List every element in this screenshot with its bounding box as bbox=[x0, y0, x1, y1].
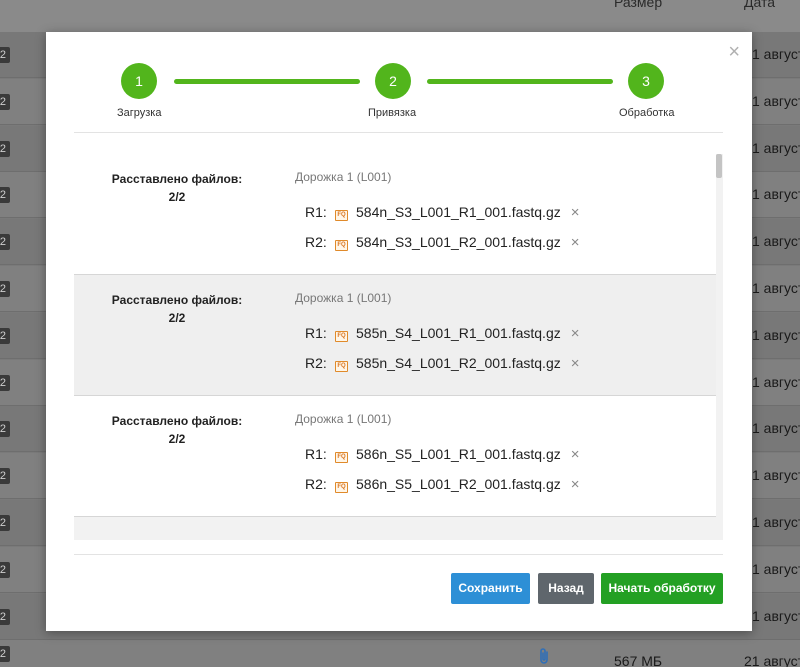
lane-label: Дорожка 1 (L001) bbox=[295, 291, 392, 305]
count-badge: 2 bbox=[0, 93, 10, 110]
count-badge: 2 bbox=[0, 234, 10, 251]
read-label: R1: bbox=[305, 204, 327, 220]
file-row: R1: FQ 584n_S3_L001_R1_001.fastq.gz × bbox=[305, 204, 580, 221]
file-name: 584n_S3_L001_R2_001.fastq.gz bbox=[356, 234, 561, 250]
file-size: 567 МБ bbox=[614, 653, 663, 667]
read-label: R2: bbox=[305, 234, 327, 250]
read-label: R1: bbox=[305, 446, 327, 462]
read-label: R2: bbox=[305, 476, 327, 492]
file-name: 586n_S5_L001_R1_001.fastq.gz bbox=[356, 446, 561, 462]
file-name: 585n_S4_L001_R2_001.fastq.gz bbox=[356, 355, 561, 371]
fastq-file-icon: FQ bbox=[335, 361, 348, 372]
row-date: 1 август bbox=[752, 326, 800, 343]
scrollbar[interactable] bbox=[716, 154, 722, 540]
remove-file-icon[interactable]: × bbox=[571, 476, 580, 493]
sample-list[interactable]: Расставлено файлов: 2/2 Дорожка 1 (L001)… bbox=[74, 154, 723, 540]
count-badge: 2 bbox=[0, 421, 10, 438]
step-connector bbox=[174, 79, 360, 84]
count-badge: 2 bbox=[0, 140, 10, 157]
placed-files-count: 2/2 bbox=[168, 311, 186, 325]
count-badge: 2 bbox=[0, 468, 10, 485]
count-badge: 2 bbox=[0, 47, 10, 63]
count-badge: 2 bbox=[0, 646, 10, 662]
processing-dialog: × 1 2 3 Загрузка Привязка Обработка Расс… bbox=[46, 32, 752, 631]
row-date: 1 август bbox=[752, 186, 800, 203]
count-badge: 2 bbox=[0, 327, 10, 344]
row-date: 1 август bbox=[752, 514, 800, 530]
row-date: 1 август bbox=[752, 46, 800, 62]
step-2-label: Привязка bbox=[368, 107, 417, 119]
placed-files-count: 2/2 bbox=[168, 190, 186, 204]
table-row[interactable]: 2 567 МБ 21 август bbox=[0, 640, 800, 667]
step-3-indicator[interactable]: 3 bbox=[628, 63, 664, 99]
lane-label: Дорожка 1 (L001) bbox=[295, 412, 392, 426]
sample-block: Расставлено файлов: 2/2 Дорожка 1 (L001)… bbox=[74, 154, 717, 275]
count-badge: 2 bbox=[0, 281, 10, 297]
count-badge: 2 bbox=[0, 187, 10, 204]
file-row: R2: FQ 585n_S4_L001_R2_001.fastq.gz × bbox=[305, 355, 580, 372]
remove-file-icon[interactable]: × bbox=[571, 325, 580, 342]
lane-label: Дорожка 1 (L001) bbox=[295, 170, 392, 184]
read-label: R2: bbox=[305, 355, 327, 371]
divider bbox=[74, 132, 723, 133]
row-date: 1 август bbox=[752, 373, 800, 390]
table-header: Размер Дата bbox=[0, 0, 800, 32]
step-1-label: Загрузка bbox=[117, 107, 162, 119]
step-connector bbox=[427, 79, 613, 84]
fastq-file-icon: FQ bbox=[335, 240, 348, 251]
row-date: 21 август bbox=[744, 653, 800, 667]
count-badge: 2 bbox=[0, 561, 10, 578]
row-date: 1 август bbox=[752, 92, 800, 109]
remove-file-icon[interactable]: × bbox=[571, 204, 580, 221]
paperclip-icon[interactable] bbox=[538, 647, 550, 667]
sample-block: Расставлено файлов: 2/2 Дорожка 1 (L001)… bbox=[74, 275, 717, 396]
fastq-file-icon: FQ bbox=[335, 452, 348, 463]
row-date: 1 август bbox=[752, 233, 800, 250]
remove-file-icon[interactable]: × bbox=[571, 355, 580, 372]
placed-files-label: Расставлено файлов: bbox=[111, 172, 243, 186]
row-date: 1 август bbox=[752, 560, 800, 577]
row-date: 1 август bbox=[752, 139, 800, 156]
divider bbox=[74, 516, 717, 517]
divider bbox=[74, 554, 723, 555]
file-row: R2: FQ 584n_S3_L001_R2_001.fastq.gz × bbox=[305, 234, 580, 251]
sample-block: Расставлено файлов: 2/2 Дорожка 1 (L001)… bbox=[74, 396, 717, 517]
row-date: 1 август bbox=[752, 280, 800, 296]
count-badge: 2 bbox=[0, 608, 10, 625]
placed-files-summary: Расставлено файлов: 2/2 bbox=[74, 170, 280, 206]
file-name: 584n_S3_L001_R1_001.fastq.gz bbox=[356, 204, 561, 220]
read-label: R1: bbox=[305, 325, 327, 341]
count-badge: 2 bbox=[0, 374, 10, 391]
placed-files-summary: Расставлено файлов: 2/2 bbox=[74, 291, 280, 327]
placed-files-label: Расставлено файлов: bbox=[111, 293, 243, 307]
count-badge: 2 bbox=[0, 515, 10, 531]
stepper: 1 2 3 Загрузка Привязка Обработка bbox=[46, 32, 752, 132]
back-button[interactable]: Назад bbox=[538, 573, 594, 604]
start-processing-button[interactable]: Начать обработку bbox=[601, 573, 723, 604]
row-date: 1 август bbox=[752, 420, 800, 437]
placed-files-label: Расставлено файлов: bbox=[111, 414, 243, 428]
step-3-label: Обработка bbox=[619, 107, 675, 119]
placed-files-summary: Расставлено файлов: 2/2 bbox=[74, 412, 280, 448]
row-date: 1 август bbox=[752, 607, 800, 624]
remove-file-icon[interactable]: × bbox=[571, 234, 580, 251]
column-header-size[interactable]: Размер bbox=[614, 0, 662, 10]
save-button[interactable]: Сохранить bbox=[451, 573, 530, 604]
file-row: R2: FQ 586n_S5_L001_R2_001.fastq.gz × bbox=[305, 476, 580, 493]
file-row: R1: FQ 586n_S5_L001_R1_001.fastq.gz × bbox=[305, 446, 580, 463]
placed-files-count: 2/2 bbox=[168, 432, 186, 446]
fastq-file-icon: FQ bbox=[335, 210, 348, 221]
remove-file-icon[interactable]: × bbox=[571, 446, 580, 463]
fastq-file-icon: FQ bbox=[335, 482, 348, 493]
scrollbar-thumb[interactable] bbox=[716, 154, 722, 178]
file-row: R1: FQ 585n_S4_L001_R1_001.fastq.gz × bbox=[305, 325, 580, 342]
column-header-date[interactable]: Дата bbox=[744, 0, 775, 10]
step-1-indicator[interactable]: 1 bbox=[121, 63, 157, 99]
fastq-file-icon: FQ bbox=[335, 331, 348, 342]
row-date: 1 август bbox=[752, 467, 800, 484]
step-2-indicator[interactable]: 2 bbox=[375, 63, 411, 99]
file-name: 585n_S4_L001_R1_001.fastq.gz bbox=[356, 325, 561, 341]
file-name: 586n_S5_L001_R2_001.fastq.gz bbox=[356, 476, 561, 492]
